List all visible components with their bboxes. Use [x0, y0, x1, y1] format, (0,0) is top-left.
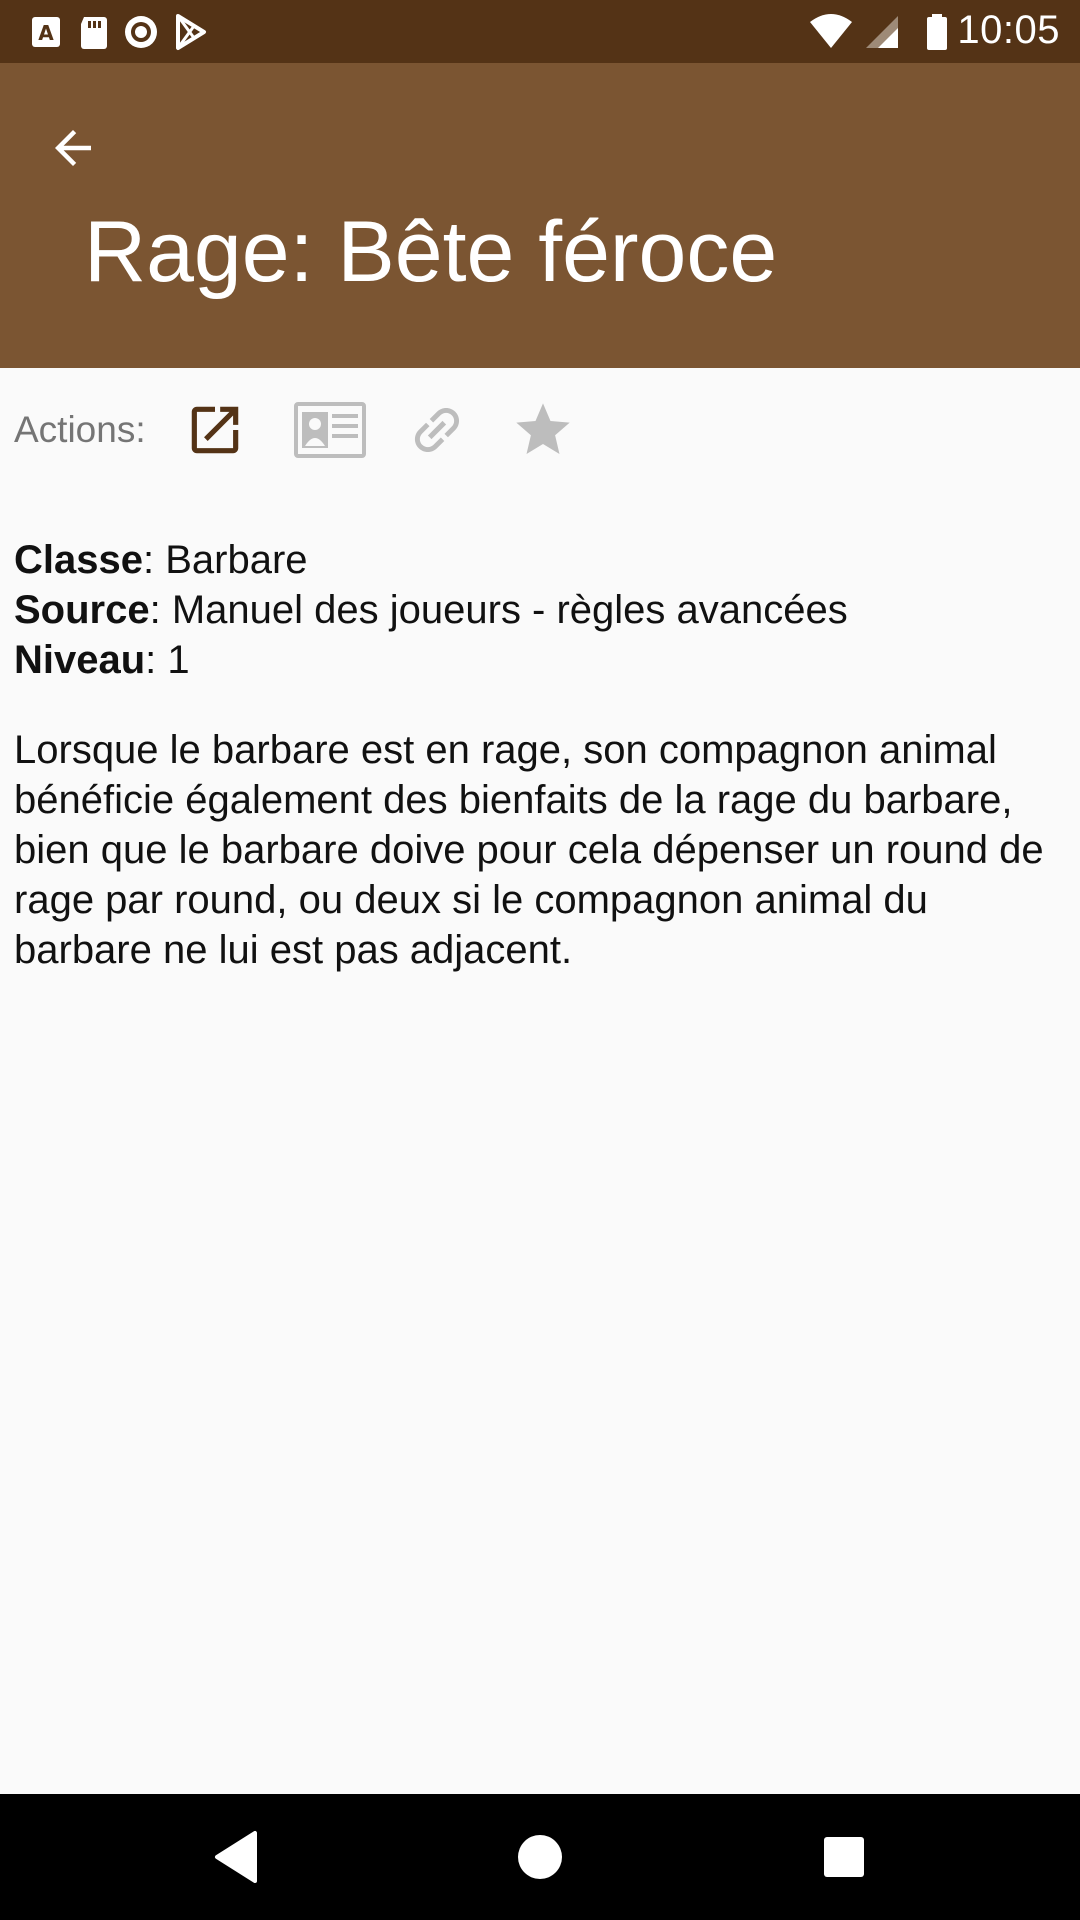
- home-circle-icon: [518, 1835, 562, 1879]
- source-value: : Manuel des joueurs - règles avancées: [149, 588, 848, 632]
- nav-back-button[interactable]: [205, 1825, 269, 1889]
- nav-home-button[interactable]: [508, 1825, 572, 1889]
- wifi-icon: [808, 12, 854, 52]
- content: Classe: Barbare Source: Manuel des joueu…: [14, 535, 1064, 975]
- id-card-icon: [294, 402, 366, 458]
- star-icon: [516, 403, 570, 454]
- classe-value: : Barbare: [142, 538, 308, 582]
- id-card-button[interactable]: [290, 395, 370, 465]
- page-title: Rage: Bête féroce: [84, 204, 778, 300]
- app-bar: Rage: Bête féroce: [0, 63, 1080, 368]
- svg-text:A: A: [38, 21, 54, 45]
- screen: A 10:05 Rage: Bête féroce Actions: Class…: [0, 0, 1080, 1920]
- back-button[interactable]: [30, 105, 116, 191]
- classe-label: Classe: [14, 538, 143, 582]
- link-icon: [414, 407, 460, 453]
- battery-icon: [918, 12, 958, 52]
- open-external-button[interactable]: [178, 395, 252, 465]
- sd-card-icon: [74, 12, 114, 52]
- nav-recents-button[interactable]: [812, 1825, 876, 1889]
- status-bar: A 10:05: [0, 0, 1080, 63]
- signal-icon: [862, 12, 902, 52]
- record-icon: [121, 12, 161, 52]
- actions-label: Actions:: [14, 409, 146, 450]
- actions-row: Actions:: [14, 395, 1064, 465]
- favorite-button[interactable]: [506, 395, 580, 465]
- source-label: Source: [14, 588, 150, 632]
- classe-line: Classe: Barbare: [14, 535, 1064, 585]
- niveau-line: Niveau: 1: [14, 635, 1064, 685]
- niveau-value: : 1: [145, 638, 190, 682]
- nav-bar: [0, 1794, 1080, 1920]
- open-external-icon: [191, 406, 239, 454]
- source-line: Source: Manuel des joueurs - règles avan…: [14, 585, 1064, 635]
- link-button[interactable]: [400, 395, 474, 465]
- app-notification-icon: A: [28, 12, 68, 52]
- status-time: 10:05: [957, 8, 1060, 52]
- arrow-back-icon: [55, 130, 91, 166]
- recents-square-icon: [824, 1837, 864, 1877]
- back-triangle-icon: [215, 1831, 257, 1883]
- description: Lorsque le barbare est en rage, son comp…: [14, 728, 1044, 972]
- play-store-icon: [170, 12, 210, 52]
- niveau-label: Niveau: [14, 638, 146, 682]
